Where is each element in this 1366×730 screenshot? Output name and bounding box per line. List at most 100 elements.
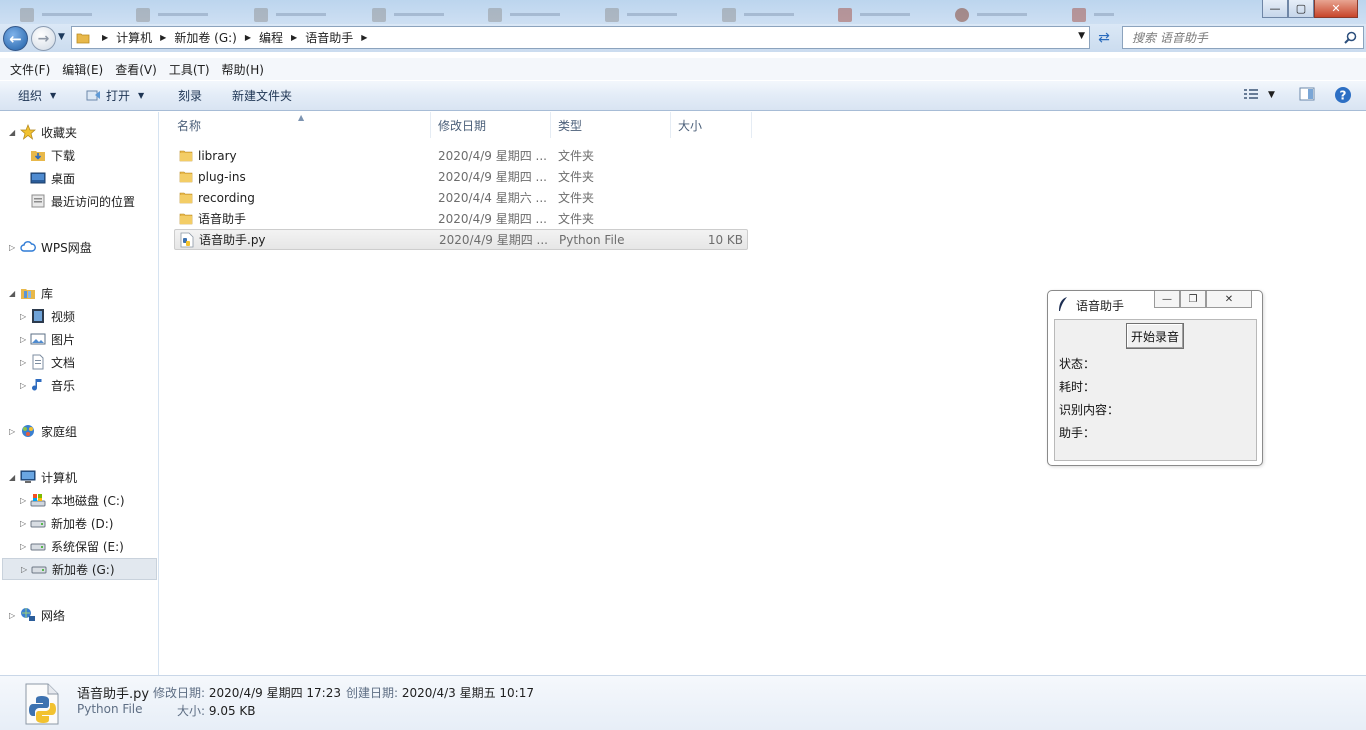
open-button[interactable]: 打开 ▼ (86, 87, 144, 104)
file-row[interactable]: recording 2020/4/4 星期六 ... 文件夹 (174, 187, 748, 208)
maximize-button[interactable]: ▢ (1288, 0, 1314, 18)
chevron-down-icon[interactable]: ◢ (9, 289, 15, 298)
chevron-down-icon[interactable]: ◢ (9, 473, 15, 482)
file-row[interactable]: plug-ins 2020/4/9 星期四 ... 文件夹 (174, 166, 748, 187)
search-box (1122, 26, 1364, 49)
nav-documents[interactable]: ▷ 文档 (0, 351, 157, 373)
chevron-right-icon[interactable]: ▷ (20, 381, 26, 390)
background-tab (722, 6, 822, 22)
sort-ascending-icon: ▲ (298, 113, 305, 122)
download-folder-icon (30, 147, 46, 163)
chevron-right-icon[interactable]: ▷ (20, 335, 26, 344)
chevron-down-icon: ▼ (50, 91, 57, 100)
file-row-selected[interactable]: 语音助手.py 2020/4/9 星期四 ... Python File 10 … (174, 229, 748, 250)
preview-pane-button[interactable] (1299, 87, 1315, 104)
folder-icon (72, 27, 94, 48)
nav-downloads[interactable]: 下载 (0, 144, 157, 166)
chevron-right-icon[interactable]: ▷ (9, 243, 15, 252)
close-button[interactable]: ✕ (1314, 0, 1358, 18)
cloud-icon (20, 239, 36, 255)
search-icon[interactable] (1344, 31, 1357, 44)
nav-drive-g[interactable]: ▷ 新加卷 (G:) (2, 558, 157, 580)
breadcrumb-programming[interactable]: 编程 (259, 29, 283, 46)
drive-icon (30, 538, 46, 554)
nav-computer[interactable]: ◢ 计算机 (0, 466, 157, 488)
app-close-button[interactable]: ✕ (1206, 291, 1252, 308)
chevron-right-icon[interactable]: ▷ (20, 358, 26, 367)
restore-icon: ❐ (1188, 293, 1198, 305)
organize-label: 组织 (18, 89, 43, 103)
feather-icon (1059, 297, 1067, 311)
organize-button[interactable]: 组织 ▼ (18, 87, 56, 104)
chevron-right-icon[interactable]: ▶ (245, 33, 251, 42)
search-input[interactable] (1132, 30, 1332, 45)
nav-drive-c[interactable]: ▷ 本地磁盘 (C:) (0, 489, 157, 511)
nav-drive-d[interactable]: ▷ 新加卷 (D:) (0, 512, 157, 534)
address-bar[interactable]: ▶ 计算机 ▶ 新加卷 (G:) ▶ 编程 ▶ 语音助手 ▶ ▼ (71, 26, 1090, 49)
breadcrumb-voice-assistant[interactable]: 语音助手 (305, 29, 353, 46)
nav-drive-e[interactable]: ▷ 系统保留 (E:) (0, 535, 157, 557)
menu-help[interactable]: 帮助(H) (216, 61, 270, 78)
forward-button[interactable]: → (31, 26, 56, 51)
change-view-button[interactable] (1243, 87, 1259, 104)
back-button[interactable]: ← (3, 26, 28, 51)
menu-file[interactable]: 文件(F) (4, 61, 56, 78)
nav-favorites[interactable]: ◢ 收藏夹 (0, 121, 157, 143)
nav-recent[interactable]: 最近访问的位置 (0, 190, 157, 212)
column-header-date[interactable]: 修改日期 (431, 112, 551, 138)
nav-music[interactable]: ▷ 音乐 (0, 374, 157, 396)
recent-pages-dropdown[interactable]: ▼ (58, 32, 65, 42)
star-icon (20, 124, 36, 140)
nav-videos[interactable]: ▷ 视频 (0, 305, 157, 327)
nav-homegroup[interactable]: ▷ 家庭组 (0, 420, 157, 442)
app-maximize-button[interactable]: ❐ (1180, 291, 1206, 308)
nav-label: 文档 (51, 355, 76, 370)
chevron-right-icon[interactable]: ▷ (20, 312, 26, 321)
column-header-name[interactable]: ▲ 名称 (160, 112, 431, 138)
background-tab (136, 6, 236, 22)
help-button[interactable]: ? (1334, 86, 1352, 107)
menu-view[interactable]: 查看(V) (109, 61, 163, 78)
nav-label: 收藏夹 (41, 125, 78, 140)
chevron-right-icon[interactable]: ▶ (102, 33, 108, 42)
menu-edit[interactable]: 编辑(E) (56, 61, 109, 78)
nav-libraries[interactable]: ◢ 库 (0, 282, 157, 304)
minimize-button[interactable]: — (1262, 0, 1288, 18)
menu-tools[interactable]: 工具(T) (163, 61, 216, 78)
chevron-right-icon[interactable]: ▷ (9, 427, 15, 436)
burn-button[interactable]: 刻录 (178, 87, 202, 104)
nav-wps-drive[interactable]: ▷ WPS网盘 (0, 236, 157, 258)
background-tab (838, 6, 938, 22)
arrow-right-icon: → (37, 30, 50, 47)
chevron-right-icon[interactable]: ▷ (21, 565, 27, 574)
nav-desktop[interactable]: 桌面 (0, 167, 157, 189)
new-folder-button[interactable]: 新建文件夹 (232, 87, 292, 104)
chevron-down-icon[interactable]: ▼ (1078, 31, 1085, 41)
refresh-button[interactable]: ⇄ (1093, 28, 1115, 48)
window-controls: — ▢ ✕ (1262, 0, 1358, 18)
chevron-right-icon[interactable]: ▷ (9, 611, 15, 620)
chevron-right-icon[interactable]: ▷ (20, 542, 26, 551)
nav-network[interactable]: ▷ 网络 (0, 604, 157, 626)
start-recording-button[interactable]: 开始录音 (1126, 323, 1184, 349)
app-minimize-button[interactable]: — (1154, 291, 1180, 308)
chevron-down-icon[interactable]: ◢ (9, 128, 15, 137)
chevron-right-icon[interactable]: ▷ (20, 519, 26, 528)
chevron-down-icon[interactable]: ▼ (1268, 90, 1275, 100)
nav-pictures[interactable]: ▷ 图片 (0, 328, 157, 350)
file-row[interactable]: library 2020/4/9 星期四 ... 文件夹 (174, 145, 748, 166)
file-row[interactable]: 语音助手 2020/4/9 星期四 ... 文件夹 (174, 208, 748, 229)
column-header-size[interactable]: 大小 (671, 112, 752, 138)
breadcrumb-drive-g[interactable]: 新加卷 (G:) (174, 29, 237, 46)
minimize-icon: — (1162, 293, 1172, 305)
arrow-left-icon: ← (9, 29, 22, 48)
chevron-right-icon[interactable]: ▶ (291, 33, 297, 42)
chevron-right-icon[interactable]: ▶ (361, 33, 367, 42)
chevron-right-icon[interactable]: ▷ (20, 496, 26, 505)
chevron-right-icon[interactable]: ▶ (160, 33, 166, 42)
background-tab (20, 6, 120, 22)
column-header-type[interactable]: 类型 (551, 112, 671, 138)
breadcrumb-computer[interactable]: 计算机 (116, 29, 152, 46)
background-tab (372, 6, 472, 22)
video-icon (30, 308, 46, 324)
